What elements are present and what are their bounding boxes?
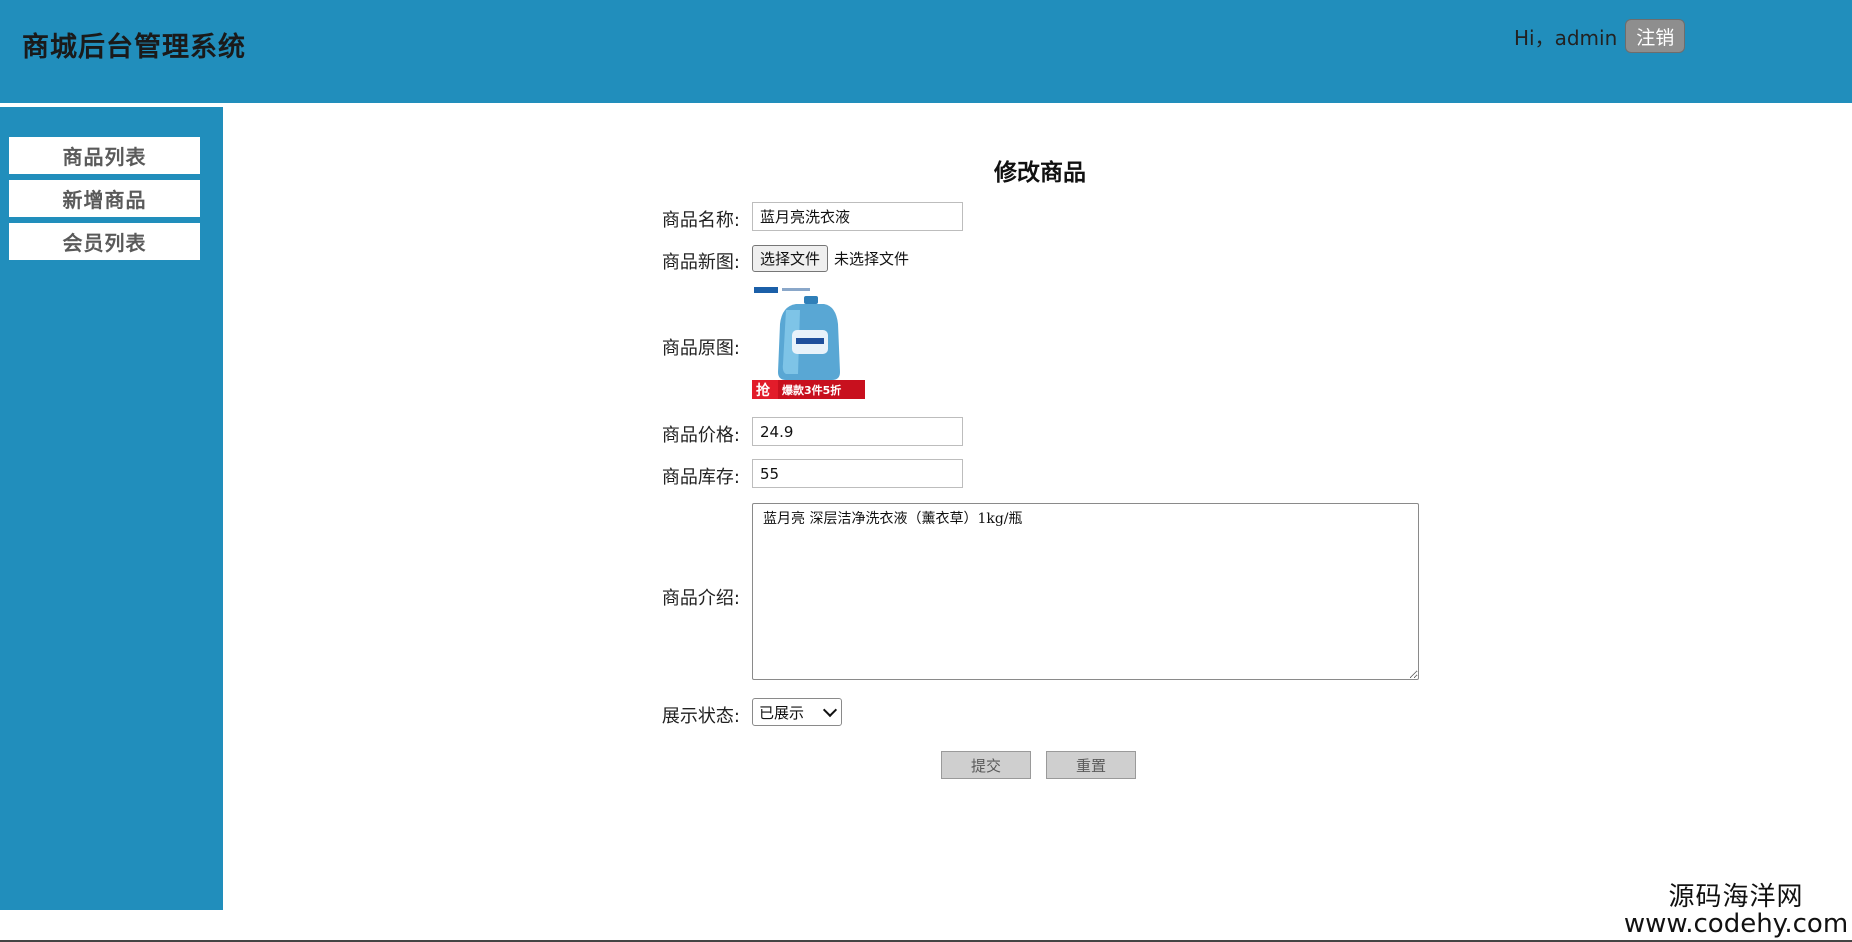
sidebar-item-product-list[interactable]: 商品列表 bbox=[9, 137, 200, 174]
stock-label: 商品库存: bbox=[661, 467, 740, 488]
watermark: 源码海洋网 www.codehy.com bbox=[1620, 884, 1852, 937]
sidebar-item-add-product[interactable]: 新增商品 bbox=[9, 180, 200, 217]
status-selected-value: 已展示 bbox=[759, 703, 805, 722]
description-textarea[interactable]: 蓝月亮 深层洁净洗衣液（薰衣草）1kg/瓶 bbox=[752, 503, 1419, 680]
status-label: 展示状态: bbox=[661, 706, 740, 727]
submit-button[interactable]: 提交 bbox=[941, 751, 1031, 779]
image-badge-text: 抢 bbox=[756, 382, 771, 399]
logout-button[interactable]: 注销 bbox=[1625, 19, 1686, 53]
new-image-label: 商品新图: bbox=[661, 252, 740, 273]
watermark-url: www.codehy.com bbox=[1623, 909, 1849, 939]
file-status-text: 未选择文件 bbox=[834, 250, 910, 268]
user-area: Hi，admin 注销 bbox=[1514, 18, 1686, 54]
price-label: 商品价格: bbox=[661, 425, 740, 446]
description-label: 商品介绍: bbox=[661, 588, 740, 609]
sidebar-item-member-list[interactable]: 会员列表 bbox=[9, 223, 200, 260]
price-input[interactable] bbox=[752, 417, 963, 446]
stock-input[interactable] bbox=[752, 459, 963, 488]
header-bar: 商城后台管理系统 Hi，admin 注销 bbox=[0, 0, 1852, 103]
product-name-label: 商品名称: bbox=[661, 210, 740, 231]
form-title: 修改商品 bbox=[994, 160, 1086, 186]
chevron-down-icon bbox=[822, 702, 838, 718]
sidebar: 商品列表 新增商品 会员列表 bbox=[0, 107, 223, 910]
reset-button[interactable]: 重置 bbox=[1046, 751, 1136, 779]
product-original-image: 抢 爆款3件5折 bbox=[752, 284, 865, 399]
status-select[interactable]: 已展示 bbox=[752, 698, 842, 726]
user-greeting: Hi，admin bbox=[1514, 25, 1618, 50]
product-name-input[interactable] bbox=[752, 202, 963, 231]
site-title: 商城后台管理系统 bbox=[22, 32, 246, 63]
original-image-label: 商品原图: bbox=[661, 338, 740, 359]
choose-file-button[interactable]: 选择文件 bbox=[752, 245, 828, 272]
watermark-name: 源码海洋网 bbox=[1668, 882, 1804, 912]
image-promo-text: 爆款3件5折 bbox=[782, 383, 841, 397]
